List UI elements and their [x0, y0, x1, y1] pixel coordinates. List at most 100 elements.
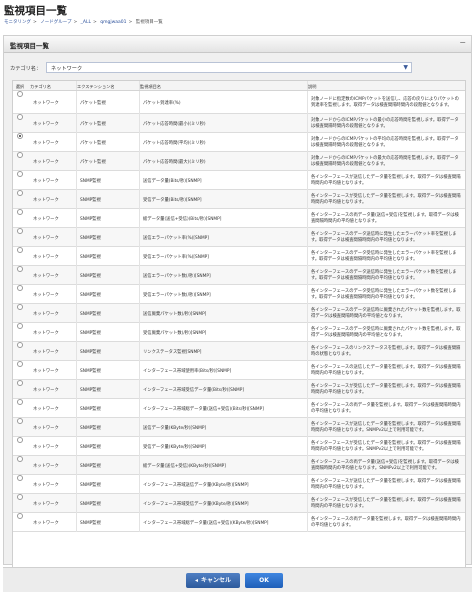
row-radio[interactable]: [17, 437, 23, 443]
table-row[interactable]: ネットワーク SNMP監視 総データ量(送信+受信)(KByte/秒)[SNMP] 各…: [13, 456, 465, 475]
table-row[interactable]: ネットワーク SNMP監視 送信データ量(Bits/秒)[SNMP] 各インターフェー…: [13, 171, 465, 190]
row-radio[interactable]: [17, 323, 23, 329]
row-select-cell: [15, 418, 25, 437]
breadcrumb-monitoring[interactable]: モニタリング: [4, 20, 31, 25]
row-extension: SNMP監視: [76, 380, 138, 399]
row-select-cell: [15, 475, 25, 494]
row-radio[interactable]: [17, 266, 23, 272]
row-description: 各インターフェースの両データ量(送信+受信)を監視します。取得データは検査間隔時…: [307, 209, 464, 228]
table-row[interactable]: ネットワーク SNMP監視 受信エラーパケット数(/秒)[SNMP] 各インターフェー…: [13, 285, 465, 304]
header-item-name[interactable]: 監視項目名: [139, 81, 306, 90]
table-row[interactable]: ネットワーク SNMP監視 送信廃棄パケット数(/秒)[SNMP] 各インターフェース…: [13, 304, 465, 323]
row-item-name: 受信データ量(Bits/秒)[SNMP]: [139, 190, 306, 209]
table-row[interactable]: ネットワーク SNMP監視 送信エラーパケット率(%)[SNMP] 各インターフェース…: [13, 228, 465, 247]
header-extension[interactable]: エクステンション名: [76, 81, 138, 90]
row-radio[interactable]: [17, 285, 23, 291]
table-row[interactable]: ネットワーク SNMP監視 受信データ量(KByte/秒)[SNMP] 各インターフェ…: [13, 437, 465, 456]
back-arrow-icon: ◂: [194, 577, 198, 584]
row-radio[interactable]: [17, 513, 23, 519]
row-radio[interactable]: [17, 190, 23, 196]
row-select-cell: [15, 190, 25, 209]
row-description: 対象ノードからのICMPパケットの最小の応答時間を監視します。取得データは検査間…: [307, 114, 464, 133]
row-radio[interactable]: [17, 247, 23, 253]
row-select-cell: [15, 304, 25, 323]
table-row[interactable]: ネットワーク SNMP監視 インターフェース帯域受信データ量(Bits/秒)[SNM…: [13, 380, 465, 399]
table-row[interactable]: ネットワーク SNMP監視 送信データ量(KByte/秒)[SNMP] 各インターフェ…: [13, 418, 465, 437]
row-item-name: インターフェース帯域総データ量(送信+受信)(Bits/秒)[SNMP]: [139, 399, 306, 418]
row-radio[interactable]: [17, 152, 23, 158]
row-description: 対象ノードからのICMPパケットの最大の応答時間を監視します。取得データは検査間…: [307, 152, 464, 171]
row-select-cell: [15, 285, 25, 304]
table-row[interactable]: ネットワーク SNMP監視 受信データ量(Bits/秒)[SNMP] 各インターフェー…: [13, 190, 465, 209]
table-row[interactable]: ネットワーク SNMP監視 送信エラーパケット数(/秒)[SNMP] 各インターフェー…: [13, 266, 465, 285]
category-select-value: ネットワーク: [51, 66, 83, 72]
cancel-button[interactable]: ◂ キャンセル: [186, 573, 240, 588]
table-row[interactable]: ネットワーク パケット監視 パケット到達率(%) 対象ノードに指定数のICMPパケット…: [13, 91, 465, 114]
row-item-name: 総データ量(送信+受信)(KByte/秒)[SNMP]: [139, 456, 306, 475]
row-radio[interactable]: [17, 133, 23, 139]
row-category: ネットワーク: [33, 178, 59, 184]
row-category: ネットワーク: [33, 349, 59, 355]
table-row[interactable]: ネットワーク SNMP監視 インターフェース帯域総データ量(送信+受信)(KByte…: [13, 513, 465, 532]
row-item-name: 送信廃棄パケット数(/秒)[SNMP]: [139, 304, 306, 323]
row-select-cell: [15, 513, 25, 532]
row-radio[interactable]: [17, 171, 23, 177]
row-extension: SNMP監視: [76, 456, 138, 475]
breadcrumb-node[interactable]: qmgjwaa01: [100, 20, 126, 25]
ok-button[interactable]: OK: [245, 573, 283, 588]
table-row[interactable]: ネットワーク SNMP監視 総データ量(送信+受信)(Bits/秒)[SNMP] 各イ…: [13, 209, 465, 228]
table-row[interactable]: ネットワーク SNMP監視 受信エラーパケット率(%)[SNMP] 各インターフェース…: [13, 247, 465, 266]
header-description[interactable]: 説明: [307, 81, 464, 90]
row-radio[interactable]: [17, 209, 23, 215]
table-row[interactable]: ネットワーク SNMP監視 インターフェース帯域使用率(Bits/秒)[SNMP] 各…: [13, 361, 465, 380]
table-row[interactable]: ネットワーク パケット監視 パケット応答時間(最大)(ミリ秒) 対象ノードからのICM…: [13, 152, 465, 171]
row-category: ネットワーク: [33, 387, 59, 393]
row-category: ネットワーク: [33, 368, 59, 374]
table-row[interactable]: ネットワーク パケット監視 パケット応答時間(平均)(ミリ秒) 対象ノードからのICM…: [13, 133, 465, 152]
row-description: 各インターフェースのデータ受信時に廃棄されたパケット数を監視します。取得データは…: [307, 323, 464, 342]
table-row[interactable]: ネットワーク SNMP監視 インターフェース帯域総データ量(送信+受信)(Bits/…: [13, 399, 465, 418]
chevron-down-icon: ▼: [403, 64, 408, 71]
category-label: カテゴリ名：: [10, 66, 42, 72]
row-extension: SNMP監視: [76, 247, 138, 266]
row-description: 各インターフェースが送信したデータ量を監視します。取得データは検査間隔時間内の平…: [307, 418, 464, 437]
row-extension: SNMP監視: [76, 418, 138, 437]
row-radio[interactable]: [17, 380, 23, 386]
row-radio[interactable]: [17, 228, 23, 234]
row-category: ネットワーク: [33, 159, 59, 165]
breadcrumb-nodegroup[interactable]: ノードグループ: [40, 20, 71, 25]
breadcrumb-all[interactable]: _ALL: [81, 20, 91, 25]
row-category: ネットワーク: [33, 292, 59, 298]
row-description: 各インターフェースが受信したデータ量を監視します。取得データは検査間隔時間内の平…: [307, 437, 464, 456]
dialog-footer: ◂ キャンセル OK: [3, 567, 472, 592]
row-description: 各インターフェースの両データ量(送信+受信)を監視します。取得データは検査間隔時…: [307, 456, 464, 475]
collapse-icon[interactable]: −: [459, 38, 466, 47]
row-radio[interactable]: [17, 304, 23, 310]
cancel-label: キャンセル: [201, 577, 232, 584]
row-radio[interactable]: [17, 456, 23, 462]
table-row[interactable]: ネットワーク SNMP監視 インターフェース帯域送信データ量(KByte/秒)[SN…: [13, 475, 465, 494]
table-row[interactable]: ネットワーク パケット監視 パケット応答時間(最小)(ミリ秒) 対象ノードからのICM…: [13, 114, 465, 133]
row-extension: SNMP監視: [76, 266, 138, 285]
row-radio[interactable]: [17, 361, 23, 367]
row-select-cell: [15, 228, 25, 247]
row-item-name: パケット応答時間(最小)(ミリ秒): [139, 114, 306, 133]
row-radio[interactable]: [17, 494, 23, 500]
table-row[interactable]: ネットワーク SNMP監視 インターフェース帯域受信データ量(KByte/秒)[SN…: [13, 494, 465, 513]
table-row[interactable]: ネットワーク SNMP監視 リンクステータス監視[SNMP] 各インターフェースのリン…: [13, 342, 465, 361]
table-row[interactable]: ネットワーク SNMP監視 受信廃棄パケット数(/秒)[SNMP] 各インターフェース…: [13, 323, 465, 342]
row-item-name: インターフェース帯域送信データ量(KByte/秒)[SNMP]: [139, 475, 306, 494]
row-radio[interactable]: [17, 399, 23, 405]
row-description: 各インターフェースが受信したデータ量を監視します。取得データは検査間隔時間内の平…: [307, 494, 464, 513]
row-radio[interactable]: [17, 91, 23, 97]
header-category[interactable]: カテゴリ名: [30, 84, 75, 90]
row-item-name: 送信エラーパケット率(%)[SNMP]: [139, 228, 306, 247]
row-radio[interactable]: [17, 418, 23, 424]
row-radio[interactable]: [17, 342, 23, 348]
row-extension: パケット監視: [76, 133, 138, 152]
row-radio[interactable]: [17, 475, 23, 481]
row-extension: パケット監視: [76, 152, 138, 171]
row-extension: SNMP監視: [76, 342, 138, 361]
row-radio[interactable]: [17, 114, 23, 120]
category-select[interactable]: ネットワーク ▼: [46, 62, 412, 73]
